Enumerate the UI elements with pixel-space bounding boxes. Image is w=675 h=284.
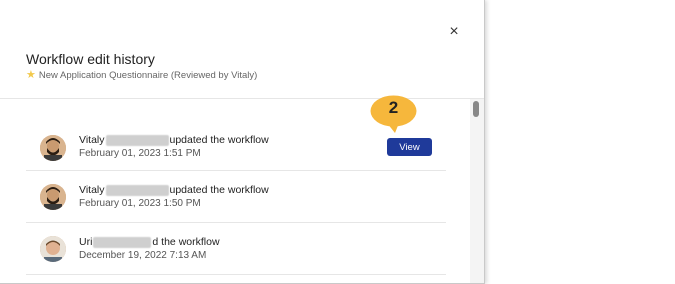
view-button[interactable]: View [387, 138, 432, 156]
star-icon: ★ [26, 69, 36, 81]
dialog-title: Workflow edit history [26, 51, 155, 67]
history-entry: Vitaly updated the workflow February 01,… [26, 171, 446, 223]
entry-date: February 01, 2023 1:50 PM [79, 198, 201, 209]
scrollbar-thumb[interactable] [473, 101, 479, 117]
entry-date: December 19, 2022 7:13 AM [79, 250, 207, 261]
subtitle-text: New Application Questionnaire (Reviewed … [38, 70, 258, 81]
action-text: updated the workflow [169, 134, 269, 146]
entry-date: February 01, 2023 1:51 PM [79, 148, 201, 159]
workflow-history-dialog: × Workflow edit history ★ New Applicatio… [0, 0, 485, 284]
scrollbar-track[interactable] [470, 99, 484, 283]
user-name: Vitaly [79, 184, 105, 196]
entry-description: Vitaly updated the workflow [79, 134, 269, 146]
redacted-name [105, 134, 169, 146]
avatar [40, 236, 66, 262]
close-icon[interactable]: × [446, 24, 462, 40]
redacted-name [105, 184, 169, 196]
dialog-subtitle: ★ New Application Questionnaire (Reviewe… [26, 69, 258, 82]
avatar [40, 135, 66, 161]
entry-description: Uri d the workflow [79, 236, 220, 248]
history-entry: Uri d the workflow December 19, 2022 7:1… [26, 223, 446, 275]
entry-description: Vitaly updated the workflow [79, 184, 269, 196]
avatar [40, 184, 66, 210]
callout-number: 2 [388, 98, 399, 117]
redacted-name [93, 236, 152, 248]
user-name: Vitaly [79, 134, 105, 146]
action-text: d the workflow [152, 236, 220, 248]
user-name: Uri [79, 236, 93, 248]
action-text: updated the workflow [169, 184, 269, 196]
entry-divider [26, 274, 446, 275]
